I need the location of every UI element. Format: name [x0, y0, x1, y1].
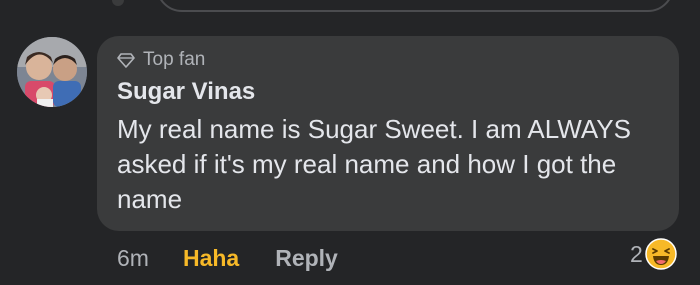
- comment-thread: Top fan Sugar Vinas My real name is Suga…: [0, 0, 700, 285]
- previous-comment-indicator: [112, 0, 124, 6]
- top-fan-badge[interactable]: Top fan: [117, 49, 205, 71]
- comment-text: My real name is Sugar Sweet. I am ALWAYS…: [117, 114, 631, 214]
- haha-reaction-button[interactable]: Haha: [183, 244, 239, 272]
- avatar[interactable]: [17, 37, 87, 107]
- reply-input-box[interactable]: [156, 0, 674, 12]
- comment-actions: 6m Haha Reply: [117, 244, 338, 272]
- diamond-icon: [117, 53, 135, 68]
- reply-button[interactable]: Reply: [275, 244, 338, 272]
- comment-author[interactable]: Sugar Vinas: [117, 78, 255, 106]
- reaction-summary[interactable]: 2: [630, 238, 677, 270]
- laughing-face-icon: [645, 238, 677, 270]
- avatar-photo: [17, 37, 87, 107]
- comment-bubble: Top fan Sugar Vinas My real name is Suga…: [97, 36, 679, 231]
- badge-label: Top fan: [143, 49, 206, 70]
- comment-timestamp[interactable]: 6m: [117, 244, 149, 272]
- reaction-count: 2: [630, 241, 643, 267]
